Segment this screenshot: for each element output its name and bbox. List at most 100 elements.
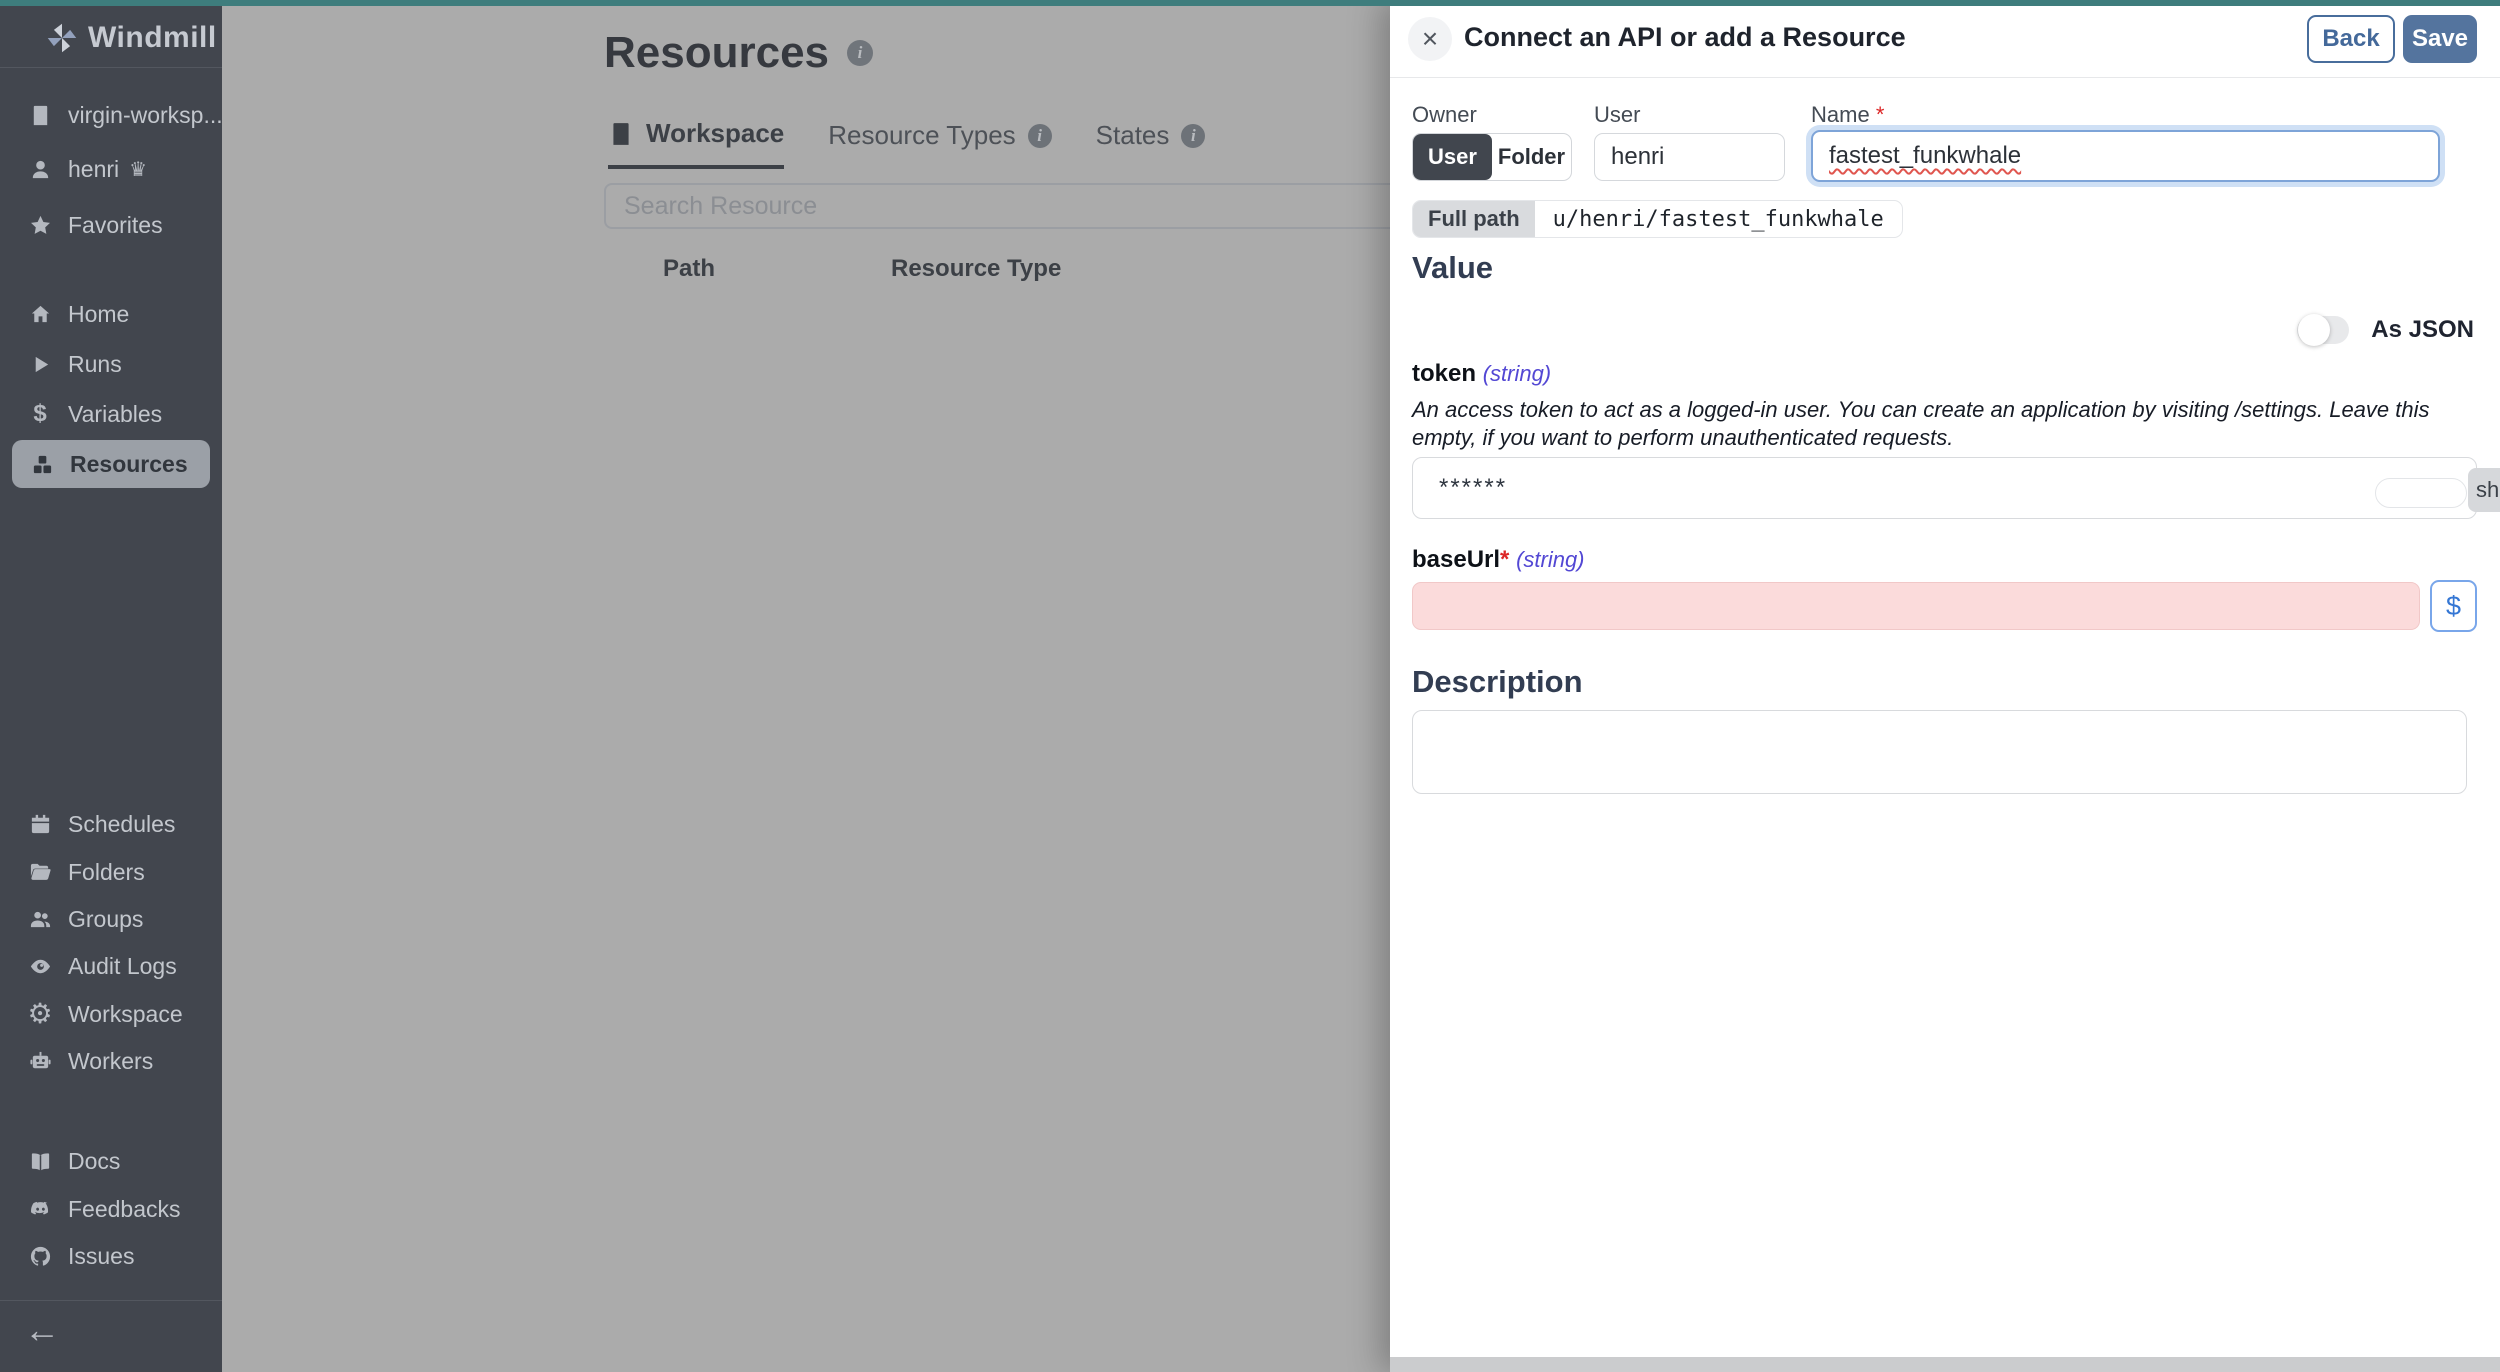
sidebar-divider [0, 67, 222, 68]
sidebar-item-label: Variables [68, 401, 162, 428]
resources-tabs: Workspace Resource Types i States i [608, 118, 1205, 169]
dollar-icon: $ [28, 402, 52, 426]
info-icon: i [1181, 124, 1205, 148]
sidebar-item-home[interactable]: Home [0, 293, 222, 335]
full-path-label: Full path [1413, 201, 1535, 237]
users-icon [28, 907, 52, 931]
play-icon [28, 352, 52, 376]
add-resource-drawer: × Connect an API or add a Resource Back … [1390, 0, 2500, 1372]
robot-icon [28, 1049, 52, 1073]
tab-resource-types[interactable]: Resource Types i [828, 118, 1051, 169]
workspace-selector[interactable]: virgin-worksp... [0, 94, 222, 136]
baseurl-field-name: baseUrl* (string) [1412, 546, 1585, 574]
app-title: Windmill [88, 21, 217, 55]
drawer-title: Connect an API or add a Resource [1464, 22, 1906, 53]
sidebar-item-resources[interactable]: Resources [12, 440, 210, 488]
sidebar-item-label: Home [68, 301, 129, 328]
baseurl-input[interactable] [1412, 582, 2420, 630]
token-name-text: token [1412, 360, 1476, 387]
sidebar-item-issues[interactable]: Issues [0, 1235, 222, 1277]
sidebar-item-label: Resources [70, 451, 188, 478]
progress-bar [0, 0, 2500, 6]
horizontal-scrollbar[interactable] [1390, 1357, 2500, 1372]
as-json-label: As JSON [2371, 316, 2474, 344]
description-heading: Description [1412, 664, 1583, 700]
variable-picker-button[interactable]: $ [2430, 580, 2477, 632]
windmill-logo[interactable]: Windmill [0, 10, 222, 66]
token-input[interactable]: ****** [1412, 457, 2477, 519]
sidebar-divider [0, 1300, 222, 1301]
sidebar-item-runs[interactable]: Runs [0, 343, 222, 385]
sidebar-item-docs[interactable]: Docs [0, 1140, 222, 1182]
info-icon: i [1028, 124, 1052, 148]
tab-label: Workspace [646, 118, 784, 149]
sidebar-item-label: Workspace [68, 1001, 183, 1028]
owner-user-option[interactable]: User [1413, 134, 1492, 180]
sidebar-item-label: Folders [68, 859, 145, 886]
tab-label: States [1096, 120, 1170, 151]
building-icon [608, 121, 634, 147]
windmill-logo-icon [44, 20, 80, 56]
building-icon [28, 103, 52, 127]
sidebar-item-label: Schedules [68, 811, 175, 838]
sidebar-item-label: Audit Logs [68, 953, 177, 980]
toggle-knob [2298, 314, 2330, 346]
sidebar-item-workers[interactable]: Workers [0, 1040, 222, 1082]
sidebar-item-label: Issues [68, 1243, 134, 1270]
token-masked-value: ****** [1439, 474, 1507, 502]
username: henri [68, 156, 119, 183]
save-button[interactable]: Save [2403, 15, 2477, 63]
required-asterisk: * [1876, 102, 1885, 127]
token-field-name: token (string) [1412, 360, 1551, 388]
sidebar-item-label: Feedbacks [68, 1196, 181, 1223]
sidebar-item-audit-logs[interactable]: Audit Logs [0, 945, 222, 987]
person-icon [28, 157, 52, 181]
owner-user-input[interactable] [1594, 133, 1785, 181]
favorites-label: Favorites [68, 212, 163, 239]
column-header-resource-type: Resource Type [891, 255, 1061, 283]
sidebar-item-schedules[interactable]: Schedules [0, 803, 222, 845]
sidebar-item-folders[interactable]: Folders [0, 851, 222, 893]
page-title: Resources [604, 28, 829, 78]
tab-states[interactable]: States i [1096, 118, 1206, 169]
arrow-left-icon: ← [24, 1309, 60, 1350]
description-textarea[interactable] [1412, 710, 2467, 794]
as-json-toggle[interactable] [2297, 316, 2349, 344]
full-path: Full path u/henri/fastest_funkwhale [1412, 200, 1903, 238]
discord-icon [28, 1197, 52, 1221]
collapse-sidebar-button[interactable]: ← [24, 1312, 60, 1348]
resource-name-value: fastest_funkwhale [1829, 142, 2021, 170]
boxes-icon [30, 452, 54, 476]
password-reveal-pill[interactable] [2375, 478, 2467, 508]
owner-folder-option[interactable]: Folder [1492, 134, 1571, 180]
full-path-value: u/henri/fastest_funkwhale [1535, 201, 1902, 237]
close-button[interactable]: × [1408, 17, 1452, 61]
sidebar-item-favorites[interactable]: Favorites [0, 204, 222, 246]
token-type-text: (string) [1483, 361, 1551, 386]
sidebar-item-variables[interactable]: $ Variables [0, 393, 222, 435]
drawer-header: × Connect an API or add a Resource Back … [1390, 0, 2500, 78]
info-icon[interactable]: i [847, 40, 873, 66]
name-label-text: Name [1811, 102, 1870, 127]
sidebar-item-feedbacks[interactable]: Feedbacks [0, 1188, 222, 1230]
tab-label: Resource Types [828, 120, 1015, 151]
close-icon: × [1422, 23, 1438, 55]
back-button[interactable]: Back [2307, 15, 2395, 63]
sidebar: Windmill virgin-worksp... henri ♛ Favori… [0, 0, 222, 1372]
sidebar-item-label: Groups [68, 906, 143, 933]
show-password-button[interactable]: sh [2468, 468, 2500, 512]
required-asterisk: * [1500, 546, 1509, 573]
sidebar-item-groups[interactable]: Groups [0, 898, 222, 940]
dollar-icon: $ [2446, 591, 2461, 622]
resource-name-input[interactable]: fastest_funkwhale [1811, 130, 2440, 182]
value-section-heading: Value [1412, 250, 1493, 286]
eye-icon [28, 954, 52, 978]
user-menu[interactable]: henri ♛ [0, 148, 222, 190]
sidebar-item-workspace[interactable]: ⚙ Workspace [0, 993, 222, 1035]
as-json-row: As JSON [2297, 316, 2474, 344]
tab-workspace[interactable]: Workspace [608, 118, 784, 169]
book-icon [28, 1149, 52, 1173]
baseurl-type-text: (string) [1516, 547, 1584, 572]
calendar-icon [28, 812, 52, 836]
column-header-path: Path [663, 255, 715, 283]
